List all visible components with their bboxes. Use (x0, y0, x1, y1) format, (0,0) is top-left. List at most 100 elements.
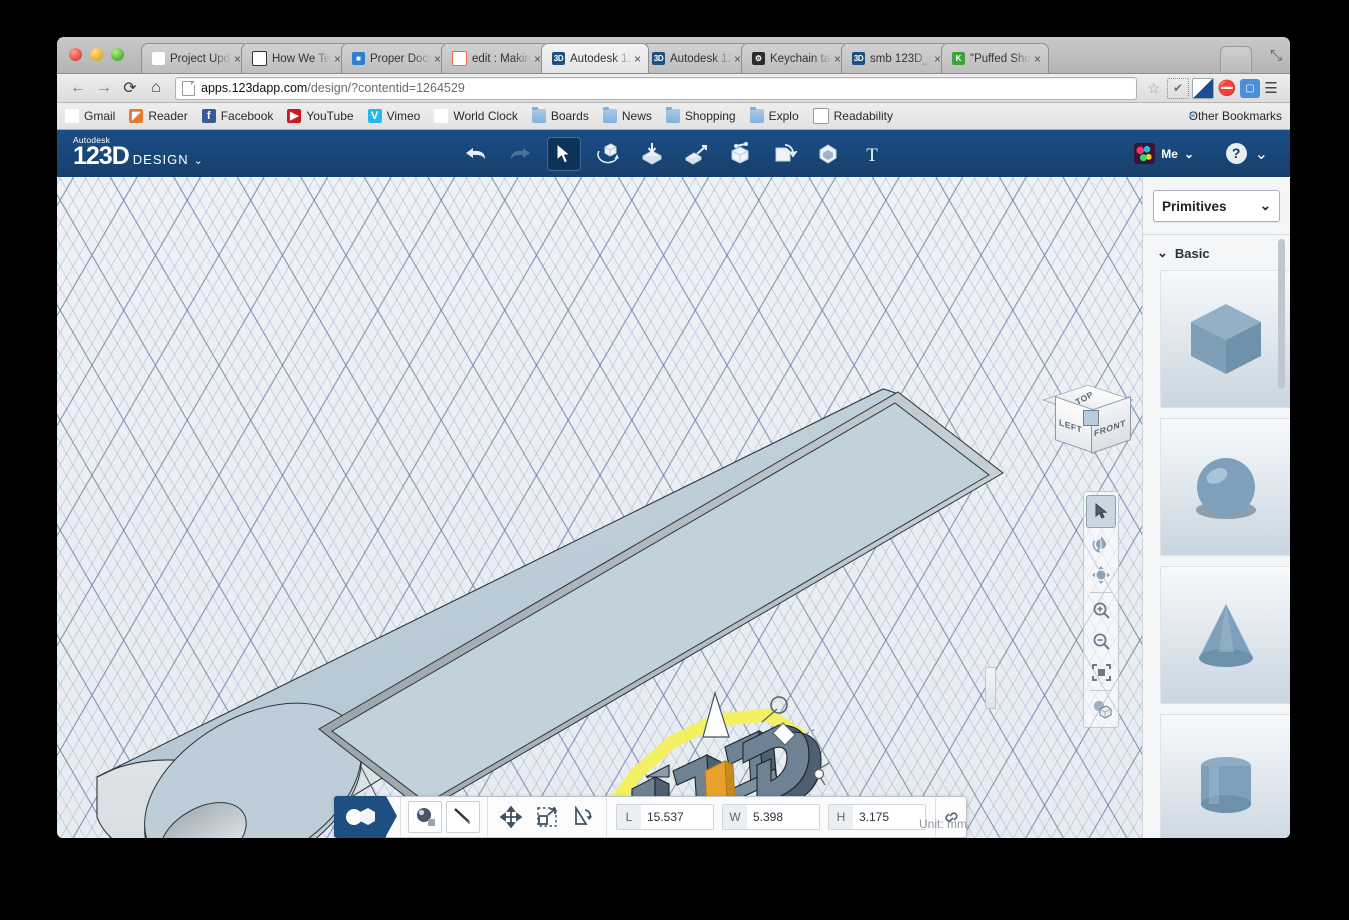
chevron-down-icon[interactable]: ⌄ (1255, 144, 1268, 164)
primitive-box[interactable] (1160, 270, 1290, 408)
bookmark-item[interactable]: News (603, 109, 652, 123)
sketch-tool[interactable] (679, 137, 713, 171)
window-controls[interactable] (69, 48, 124, 61)
dimension-field[interactable]: H (828, 804, 926, 830)
address-bar[interactable]: apps.123dapp.com/design/?contentid=12645… (175, 77, 1137, 100)
move-button[interactable] (495, 802, 527, 832)
dimension-input[interactable] (747, 805, 819, 829)
right-panel: Primitives ⌄ ⌄ Basic (1142, 177, 1290, 838)
display-settings-button[interactable] (1087, 693, 1115, 724)
rotate-button[interactable] (567, 802, 599, 832)
adblock-extension-icon[interactable]: ⛔ (1217, 79, 1237, 98)
text-tool[interactable]: T (855, 137, 889, 171)
bookmark-item[interactable]: MGmail (65, 109, 115, 123)
browser-tab[interactable]: 3DAutodesk 12× (641, 43, 749, 73)
back-button[interactable]: ← (65, 77, 91, 99)
modify-tool[interactable] (767, 137, 801, 171)
app-logo[interactable]: Autodesk 123DDESIGN⌄ (73, 136, 203, 169)
primitives-tool[interactable] (635, 137, 669, 171)
app-body: TOP LEFT FRONT (57, 177, 1290, 838)
browser-tab[interactable]: K"Puffed Shog× (941, 43, 1049, 73)
browser-tab[interactable]: ◎How We Test× (241, 43, 349, 73)
close-tab-icon[interactable]: × (1031, 52, 1044, 66)
browser-tab[interactable]: MProject Upda× (141, 43, 249, 73)
construct-tool[interactable] (723, 137, 757, 171)
redo-button[interactable] (503, 137, 537, 171)
bookmark-item[interactable]: ✺World Clock (434, 109, 517, 123)
new-tab-button[interactable] (1220, 46, 1252, 72)
primitives-category-select[interactable]: Primitives ⌄ (1153, 190, 1280, 222)
zoom-in-button[interactable] (1087, 595, 1115, 626)
close-tab-icon[interactable]: × (631, 52, 644, 66)
fit-button[interactable] (1087, 657, 1115, 688)
browser-tab[interactable]: ○edit : Making× (441, 43, 549, 73)
dimension-input[interactable] (641, 805, 713, 829)
browser-tab[interactable]: 3DAutodesk 12× (541, 43, 649, 73)
primitive-cone[interactable] (1160, 566, 1290, 704)
browser-tab[interactable]: ■Proper Docur× (341, 43, 449, 73)
minimize-window-button[interactable] (90, 48, 103, 61)
chevron-down-icon[interactable]: ⌄ (1184, 147, 1194, 161)
zoom-out-button[interactable] (1087, 626, 1115, 657)
keychain-tag-model[interactable] (57, 177, 1143, 838)
primitive-sphere[interactable] (1160, 418, 1290, 556)
dimension-input[interactable] (853, 805, 925, 829)
pan-button[interactable] (1087, 559, 1115, 590)
bookmark-item[interactable]: Shopping (666, 109, 736, 123)
browser-tab[interactable]: ⚙Keychain tag× (741, 43, 849, 73)
other-bookmarks[interactable]: Other Bookmarks (1189, 109, 1282, 123)
dimension-label: L (617, 805, 641, 829)
scale-button[interactable] (531, 802, 563, 832)
panel-scroll-area[interactable] (1143, 270, 1290, 838)
home-button[interactable]: ⌂ (143, 77, 169, 99)
transform-tool[interactable] (591, 137, 625, 171)
vimeo-icon: V (368, 109, 382, 123)
bookmark-item[interactable]: Explo (750, 109, 799, 123)
pattern-tool[interactable] (811, 137, 845, 171)
url-path: /design/?contentid=1264529 (307, 81, 464, 95)
maximize-window-button[interactable] (111, 48, 124, 61)
material-button[interactable] (408, 801, 442, 833)
chevron-down-icon[interactable]: ⌄ (194, 155, 203, 167)
orbit-button[interactable] (1087, 528, 1115, 559)
basic-group-header[interactable]: ⌄ Basic (1143, 235, 1290, 267)
reload-button[interactable]: ⟳ (117, 77, 143, 99)
close-window-button[interactable] (69, 48, 82, 61)
dimension-field[interactable]: W (722, 804, 820, 830)
browser-tab[interactable]: 3Dsmb 123D_D× (841, 43, 949, 73)
bookmark-star-icon[interactable]: ☆ (1147, 80, 1160, 97)
panel-scrollbar-thumb[interactable] (1278, 239, 1285, 389)
rss-icon: ◤ (129, 109, 143, 123)
bookmark-item[interactable]: Boards (532, 109, 589, 123)
help-menu[interactable]: ? ⌄ (1226, 130, 1268, 177)
bookmark-item[interactable]: fFacebook (202, 109, 274, 123)
chrome-menu-icon[interactable]: ☰ (1260, 79, 1282, 97)
undo-button[interactable] (459, 137, 493, 171)
pocket-extension-icon[interactable]: ▢ (1240, 79, 1260, 98)
3d-viewport[interactable]: TOP LEFT FRONT (57, 177, 1143, 838)
account-menu[interactable]: Me ⌄ (1134, 130, 1194, 177)
select-tool[interactable] (547, 137, 581, 171)
edge-button[interactable] (446, 801, 480, 833)
evernote-extension-icon[interactable]: ✔ (1167, 78, 1189, 99)
bookmark-item[interactable]: ◤Reader (129, 109, 187, 123)
bookmark-item[interactable]: Readability (813, 108, 893, 124)
bookmark-item[interactable]: ▶YouTube (287, 109, 353, 123)
primitive-cylinder[interactable] (1160, 714, 1290, 838)
bookmark-item[interactable]: VVimeo (368, 109, 421, 123)
dimension-field[interactable]: L (616, 804, 714, 830)
chevron-down-icon[interactable]: ⌄ (1260, 198, 1271, 214)
bookmark-label: World Clock (453, 109, 517, 123)
expand-icon[interactable]: ⤡ (1270, 47, 1282, 64)
windows-extension-icon[interactable] (1192, 78, 1214, 99)
tab-title: Keychain tag (770, 53, 831, 65)
view-cube[interactable]: TOP LEFT FRONT (1053, 377, 1129, 453)
select-mode-button[interactable] (1086, 495, 1116, 528)
panel-collapse-handle[interactable] (985, 667, 996, 709)
forward-button[interactable]: → (91, 77, 117, 99)
help-icon[interactable]: ? (1226, 143, 1247, 164)
chevron-down-icon[interactable]: ⌄ (1157, 245, 1168, 261)
view-cube-home-icon[interactable] (1083, 410, 1099, 426)
snap-button[interactable] (334, 796, 386, 838)
bookmark-label: News (622, 109, 652, 123)
